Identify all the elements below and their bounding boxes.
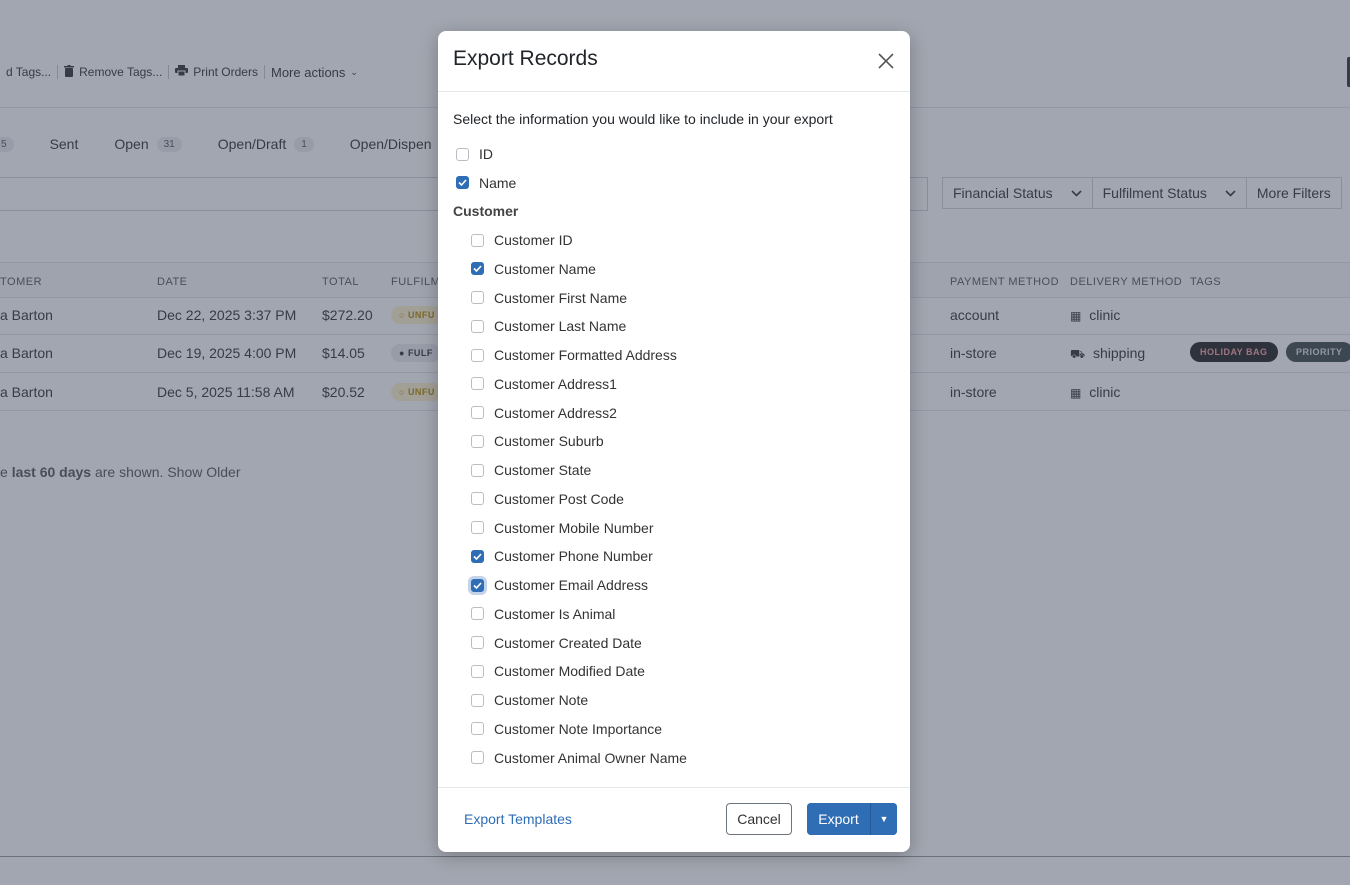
export-instructions: Select the information you would like to…: [453, 111, 833, 127]
export-option-label: Customer Name: [494, 260, 596, 277]
export-option[interactable]: Customer Modified Date: [471, 661, 645, 681]
export-option-label: Customer Animal Owner Name: [494, 749, 687, 766]
checkbox[interactable]: [471, 607, 484, 621]
export-option-label: Customer State: [494, 462, 592, 478]
export-option[interactable]: Customer ID: [471, 230, 573, 250]
modal-title: Export Records: [453, 47, 598, 70]
checkbox[interactable]: [471, 291, 484, 304]
checkbox[interactable]: [456, 147, 469, 161]
modal-body: Select the information you would like to…: [438, 92, 910, 789]
checkbox[interactable]: [471, 463, 484, 477]
export-option-label: Customer Is Animal: [494, 605, 616, 622]
export-option[interactable]: Customer Phone Number: [471, 546, 653, 566]
checkbox[interactable]: [471, 434, 484, 448]
export-option-label: Customer Post Code: [494, 490, 624, 507]
export-option-label: Customer Formatted Address: [494, 347, 677, 363]
export-option[interactable]: Customer Note Importance: [471, 719, 662, 739]
export-option[interactable]: Customer Is Animal: [471, 604, 615, 624]
export-option-label: Customer Mobile Number: [494, 519, 654, 536]
export-option-label: Customer Address2: [494, 404, 617, 421]
close-icon: [878, 53, 894, 69]
export-templates-link[interactable]: Export Templates: [464, 811, 572, 827]
export-split-button: Export ▼: [807, 803, 897, 835]
export-records-modal: Export Records Select the information yo…: [438, 31, 910, 852]
export-option-label: Name: [479, 174, 517, 191]
export-option[interactable]: Customer State: [471, 460, 591, 480]
export-option[interactable]: Customer Email Address: [471, 575, 648, 595]
checkbox[interactable]: [471, 664, 484, 678]
checkbox[interactable]: [471, 233, 484, 247]
modal-footer: Export Templates Cancel Export ▼: [438, 787, 910, 852]
export-option[interactable]: Customer Formatted Address: [471, 345, 677, 365]
export-option[interactable]: Customer Last Name: [471, 316, 626, 336]
export-option-label: Customer Modified Date: [494, 663, 645, 680]
caret-down-icon: ▼: [879, 814, 889, 824]
export-option[interactable]: Name: [456, 173, 516, 193]
export-dropdown-toggle[interactable]: ▼: [870, 803, 897, 835]
export-option[interactable]: Customer Name: [471, 259, 596, 279]
checkbox[interactable]: [471, 521, 484, 534]
export-option-label: Customer Address1: [494, 375, 617, 392]
checkbox-checked[interactable]: [471, 578, 484, 592]
export-option-label: Customer Created Date: [494, 634, 642, 651]
export-option-label: Customer First Name: [494, 289, 628, 306]
export-option[interactable]: Customer Address2: [471, 403, 617, 423]
export-option[interactable]: Customer Post Code: [471, 489, 624, 509]
checkbox[interactable]: [471, 636, 484, 649]
export-option-label: Customer Suburb: [494, 433, 604, 450]
export-option[interactable]: ID: [456, 144, 493, 164]
export-button[interactable]: Export: [807, 803, 870, 835]
checkbox[interactable]: [471, 492, 484, 506]
cancel-button[interactable]: Cancel: [726, 803, 792, 835]
checkbox[interactable]: [471, 693, 484, 707]
export-option-label: Customer Note: [494, 692, 589, 708]
export-option-label: ID: [479, 146, 493, 162]
checkbox-checked[interactable]: [471, 262, 484, 276]
export-option[interactable]: Customer Suburb: [471, 431, 604, 451]
export-option-label: Customer Note Importance: [494, 720, 663, 737]
checkbox[interactable]: [471, 348, 484, 362]
checkbox[interactable]: [471, 319, 484, 333]
export-option-label: Customer Last Name: [494, 318, 627, 335]
export-option[interactable]: Customer Mobile Number: [471, 518, 654, 538]
export-option[interactable]: Customer First Name: [471, 288, 627, 308]
modal-header: Export Records: [438, 31, 910, 92]
close-button[interactable]: [874, 49, 898, 73]
checkbox-checked[interactable]: [456, 176, 469, 189]
customer-section-label: Customer: [453, 203, 519, 219]
checkbox[interactable]: [471, 406, 484, 419]
export-option-label: Customer Phone Number: [494, 548, 653, 565]
checkbox-checked[interactable]: [471, 549, 484, 563]
export-option[interactable]: Customer Note: [471, 690, 588, 710]
export-option[interactable]: Customer Animal Owner Name: [471, 748, 687, 768]
checkbox[interactable]: [471, 751, 484, 764]
export-option[interactable]: Customer Created Date: [471, 633, 642, 653]
checkbox[interactable]: [471, 377, 484, 391]
export-option[interactable]: Customer Address1: [471, 374, 617, 394]
export-option-label: Customer Email Address: [494, 577, 649, 593]
checkbox[interactable]: [471, 722, 484, 736]
export-option-label: Customer ID: [494, 232, 573, 248]
